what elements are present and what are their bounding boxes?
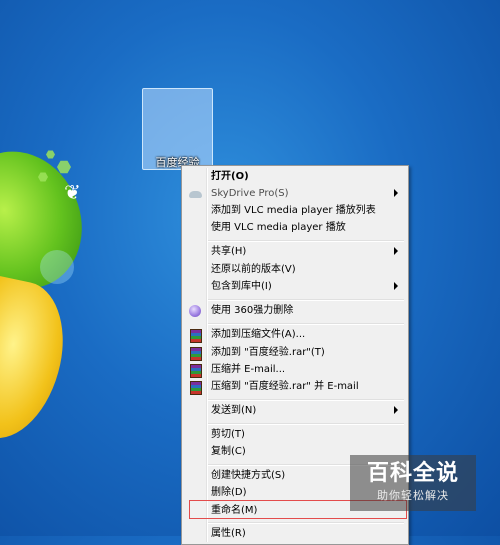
winrar-icon: [190, 364, 202, 378]
winrar-icon: [190, 381, 202, 395]
menu-item-label: 属性(R): [211, 528, 246, 539]
menu-item-properties[interactable]: 属性(R): [184, 525, 406, 543]
menu-item-label: 添加到 VLC media player 播放列表: [211, 205, 376, 216]
menu-item-label: 复制(C): [211, 446, 246, 457]
menu-item-label: 使用 360强力删除: [211, 305, 294, 316]
submenu-arrow-icon: [394, 247, 398, 255]
wallpaper-yellow-shape: [0, 271, 76, 449]
menu-item-add-to-rar[interactable]: 添加到 "百度经验.rar"(T): [184, 344, 406, 362]
menu-item-include-in-library[interactable]: 包含到库中(I): [184, 278, 406, 296]
wallpaper-glow: [40, 250, 74, 284]
submenu-arrow-icon: [394, 189, 398, 197]
watermark-subtitle: 助你轻松解决: [377, 489, 449, 502]
menu-item-label: 剪切(T): [211, 429, 245, 440]
watermark: 百科全说 助你轻松解决: [350, 455, 476, 511]
menu-item-share[interactable]: 共享(H): [184, 243, 406, 261]
winrar-icon: [190, 329, 202, 343]
menu-item-add-to-vlc-playlist[interactable]: 添加到 VLC media player 播放列表: [184, 202, 406, 220]
menu-item-label: 压缩到 "百度经验.rar" 并 E-mail: [211, 381, 359, 392]
menu-item-label: SkyDrive Pro(S): [211, 188, 289, 199]
menu-separator: [208, 323, 404, 325]
menu-item-send-to[interactable]: 发送到(N): [184, 402, 406, 420]
menu-item-label: 打开(O): [211, 171, 249, 182]
submenu-arrow-icon: [394, 282, 398, 290]
menu-item-skydrive-pro[interactable]: SkyDrive Pro(S): [184, 185, 406, 203]
menu-separator: [208, 399, 404, 401]
360-icon: [189, 305, 201, 317]
menu-item-compress-and-email[interactable]: 压缩并 E-mail...: [184, 361, 406, 379]
menu-item-360-force-delete[interactable]: 使用 360强力删除: [184, 302, 406, 320]
menu-item-label: 删除(D): [211, 487, 247, 498]
menu-item-label: 还原以前的版本(V): [211, 264, 296, 275]
menu-item-play-with-vlc[interactable]: 使用 VLC media player 播放: [184, 219, 406, 237]
submenu-arrow-icon: [394, 406, 398, 414]
menu-separator: [208, 299, 404, 301]
menu-item-compress-to-rar-and-email[interactable]: 压缩到 "百度经验.rar" 并 E-mail: [184, 378, 406, 396]
watermark-title: 百科全说: [366, 461, 459, 486]
menu-item-cut[interactable]: 剪切(T): [184, 426, 406, 444]
butterfly-icon: ❦: [64, 180, 81, 204]
menu-item-label: 创建快捷方式(S): [211, 470, 286, 481]
menu-item-label: 压缩并 E-mail...: [211, 364, 286, 375]
menu-item-label: 添加到 "百度经验.rar"(T): [211, 347, 325, 358]
wallpaper-hexagon: [46, 150, 55, 159]
menu-item-open[interactable]: 打开(O): [184, 168, 406, 186]
menu-item-label: 包含到库中(I): [211, 281, 272, 292]
menu-item-label: 使用 VLC media player 播放: [211, 222, 346, 233]
menu-item-add-to-archive[interactable]: 添加到压缩文件(A)...: [184, 326, 406, 344]
winrar-icon: [190, 347, 202, 361]
menu-separator: [208, 423, 404, 425]
menu-separator: [208, 240, 404, 242]
menu-item-label: 共享(H): [211, 246, 247, 257]
cloud-icon: [189, 191, 202, 198]
menu-item-label: 发送到(N): [211, 405, 257, 416]
menu-item-label: 添加到压缩文件(A)...: [211, 329, 306, 340]
menu-item-restore-previous-versions[interactable]: 还原以前的版本(V): [184, 261, 406, 279]
menu-separator: [208, 522, 404, 524]
